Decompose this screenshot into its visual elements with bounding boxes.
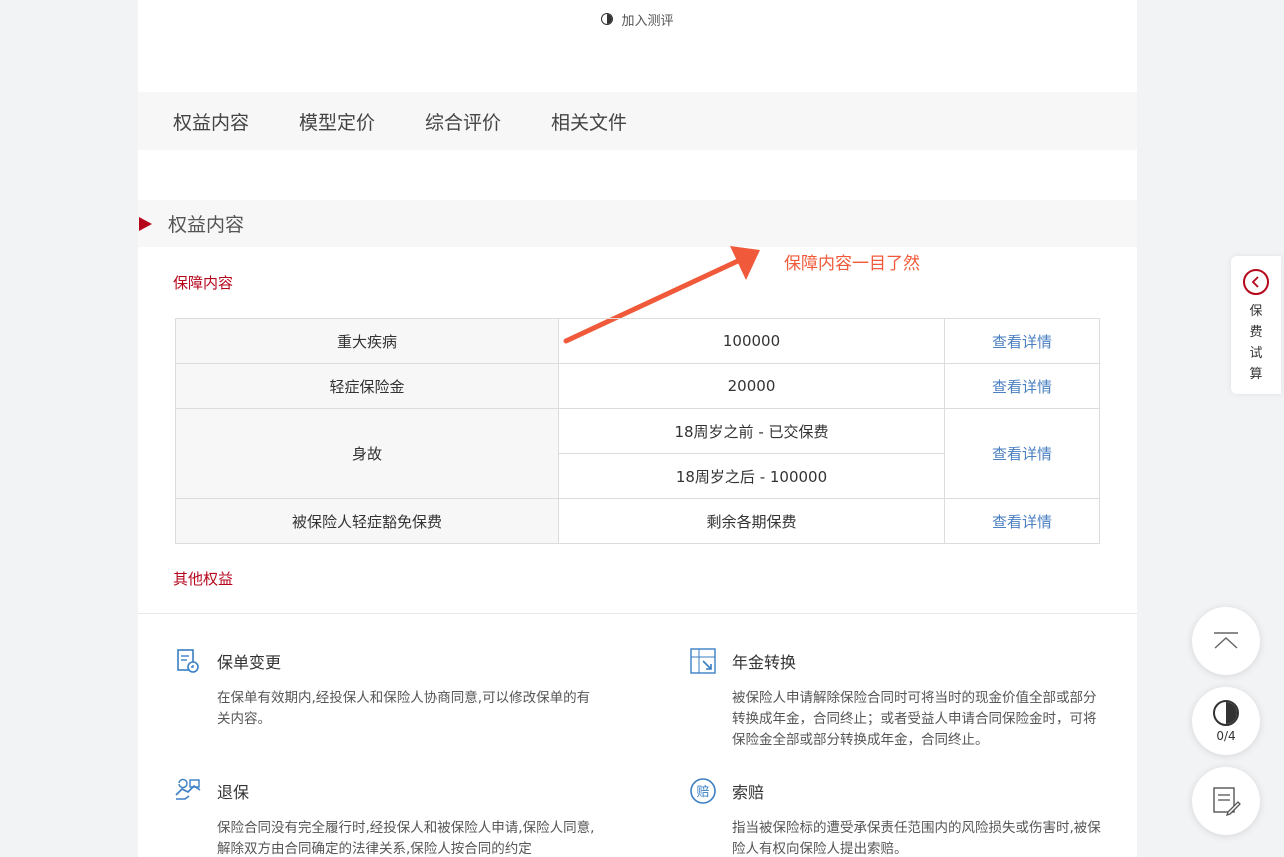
back-to-top-icon [1214, 632, 1238, 649]
coverage-name: 被保险人轻症豁免保费 [175, 498, 559, 544]
coverage-value: 100000 [558, 318, 945, 364]
coverage-value: 18周岁之前 - 已交保费 [558, 408, 945, 454]
benefit-title: 索赔 [732, 783, 765, 802]
tab-bar: 权益内容 模型定价 综合评价 相关文件 [138, 92, 1137, 150]
benefit-item: 退保 保险合同没有完全履行时,经投保人和被保险人申请,保险人同意,解除双方由合同… [173, 776, 594, 857]
benefit-title: 退保 [217, 783, 250, 802]
add-to-compare-label: 加入测评 [621, 13, 674, 29]
tab-benefits[interactable]: 权益内容 [173, 108, 249, 135]
benefit-title: 年金转换 [732, 653, 797, 672]
annuity-convert-icon [688, 646, 718, 676]
edit-note-button[interactable] [1192, 767, 1260, 835]
benefit-item: 保单变更 在保单有效期内,经投保人和保险人协商同意,可以修改保单的有关内容。 [173, 646, 590, 730]
premium-calc-button[interactable]: 保费试算 [1231, 256, 1281, 394]
claim-icon-char: 赔 [696, 785, 709, 800]
table-row: 被保险人轻症豁免保费 剩余各期保费 查看详情 [175, 498, 1100, 544]
triangle-marker-icon [139, 216, 152, 231]
view-details-link[interactable]: 查看详情 [944, 318, 1100, 364]
other-benefits-title: 其他权益 [173, 570, 234, 588]
table-row: 身故 18周岁之前 - 已交保费 查看详情 [175, 408, 1100, 499]
coverage-value: 20000 [558, 363, 945, 409]
table-row: 重大疾病 100000 查看详情 [175, 318, 1100, 364]
coverage-value: 18周岁之后 - 100000 [558, 453, 945, 499]
view-details-link[interactable]: 查看详情 [944, 498, 1100, 544]
policy-change-icon [173, 646, 203, 676]
premium-calc-label: 保费试算 [1249, 304, 1263, 382]
coverage-table: 重大疾病 100000 查看详情 轻症保险金 20000 查看详情 身故 18周… [175, 318, 1100, 544]
tab-pricing[interactable]: 模型定价 [299, 108, 375, 135]
section-title: 权益内容 [168, 214, 245, 236]
coverage-name: 重大疾病 [175, 318, 559, 364]
coverage-value: 剩余各期保费 [558, 498, 945, 544]
benefit-item: 年金转换 被保险人申请解除保险合同时可将当时的现金价值全部或部分转换成年金，合同… [688, 646, 1097, 751]
tab-evaluation[interactable]: 综合评价 [425, 108, 501, 135]
half-circle-icon [1213, 699, 1239, 726]
coverage-name: 身故 [175, 408, 559, 499]
tab-documents[interactable]: 相关文件 [551, 108, 627, 135]
annotation-text: 保障内容一目了然 [784, 254, 920, 274]
benefit-desc: 指当被保险标的遭受承保责任范围内的风险损失或伤害时,被保险人有权向保险人提出索赔… [732, 820, 1101, 857]
benefit-desc: 在保单有效期内,经投保人和保险人协商同意,可以修改保单的有关内容。 [217, 690, 591, 727]
benefit-item: 赔 索赔 指当被保险标的遭受承保责任范围内的风险损失或伤害时,被保险人有权向保险… [688, 776, 1101, 857]
half-circle-icon [601, 13, 614, 25]
claim-icon: 赔 [688, 776, 718, 806]
benefit-title: 保单变更 [217, 653, 282, 672]
add-to-compare-button[interactable]: 加入测评 [138, 8, 1137, 30]
compare-count: 0/4 [1216, 728, 1236, 743]
coverage-title: 保障内容 [173, 274, 234, 292]
view-details-link[interactable]: 查看详情 [944, 408, 1100, 499]
surrender-icon [173, 776, 203, 806]
compare-button[interactable]: 0/4 [1192, 687, 1260, 755]
table-row: 轻症保险金 20000 查看详情 [175, 363, 1100, 409]
back-to-top-button[interactable] [1192, 607, 1260, 675]
benefit-desc: 被保险人申请解除保险合同时可将当时的现金价值全部或部分转换成年金，合同终止；或者… [732, 690, 1097, 748]
benefit-desc: 保险合同没有完全履行时,经投保人和被保险人申请,保险人同意,解除双方由合同确定的… [217, 820, 595, 857]
main-content: 加入测评 权益内容 模型定价 综合评价 相关文件 权益内容 保障内容一目了然 保… [138, 0, 1137, 857]
coverage-name: 轻症保险金 [175, 363, 559, 409]
edit-note-icon [1213, 787, 1241, 817]
divider [138, 613, 1137, 614]
view-details-link[interactable]: 查看详情 [944, 363, 1100, 409]
chevron-left-icon [1243, 269, 1269, 295]
